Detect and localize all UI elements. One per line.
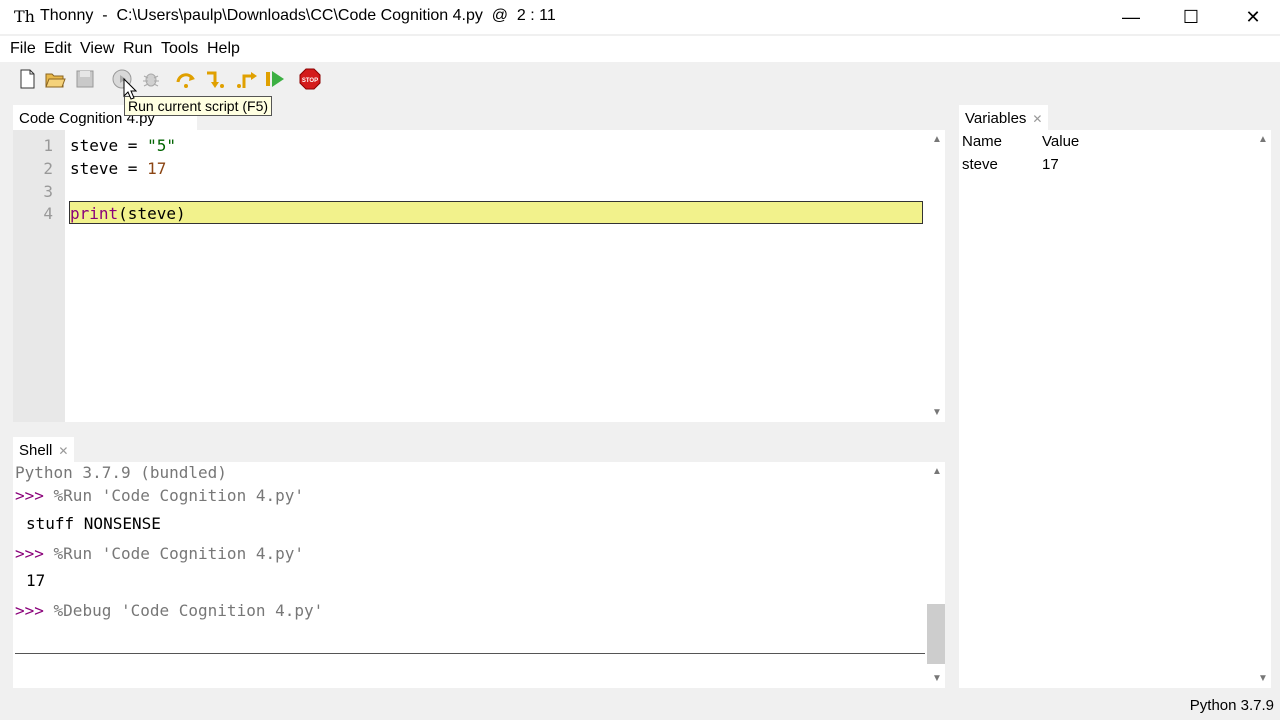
menu-bar: File Edit View Run Tools Help xyxy=(0,36,1280,62)
open-file-icon[interactable] xyxy=(44,68,66,90)
step-out-icon[interactable] xyxy=(236,68,258,90)
maximize-button[interactable]: ☐ xyxy=(1160,0,1222,34)
menu-tools[interactable]: Tools xyxy=(161,40,198,58)
close-tab-icon[interactable]: ✕ xyxy=(1032,112,1042,126)
run-tooltip: Run current script (F5) xyxy=(124,96,273,116)
scroll-up-icon[interactable]: ▲ xyxy=(1258,134,1268,145)
code-line: print(steve) xyxy=(70,204,186,223)
editor-scrollbar[interactable]: ▲ ▼ xyxy=(927,130,945,422)
menu-file[interactable]: File xyxy=(10,40,36,58)
menu-view[interactable]: View xyxy=(80,40,114,58)
scroll-down-icon[interactable]: ▼ xyxy=(932,673,942,684)
stop-icon-label: STOP xyxy=(302,78,318,84)
step-into-icon[interactable] xyxy=(204,68,226,90)
shell-command: >>> %Run 'Code Cognition 4.py' xyxy=(15,544,304,563)
line-number: 2 xyxy=(43,159,53,178)
resume-icon[interactable] xyxy=(264,68,286,90)
shell-input-divider xyxy=(15,653,925,654)
save-icon[interactable] xyxy=(74,68,96,90)
close-tab-icon[interactable]: ✕ xyxy=(58,444,68,458)
mouse-pointer-icon xyxy=(123,78,137,100)
shell-command: >>> %Debug 'Code Cognition 4.py' xyxy=(15,601,324,620)
scroll-up-icon[interactable]: ▲ xyxy=(932,466,942,477)
shell-scrollbar[interactable]: ▲ ▼ xyxy=(927,462,945,688)
tab-variables[interactable]: Variables ✕ xyxy=(959,105,1049,130)
shell-command: >>> %Run 'Code Cognition 4.py' xyxy=(15,486,304,505)
new-file-icon[interactable] xyxy=(16,68,38,90)
interpreter-status[interactable]: Python 3.7.9 xyxy=(1190,697,1274,714)
status-bar: Python 3.7.9 xyxy=(0,694,1280,720)
variables-panel: Name Value steve 17 ▲ ▼ xyxy=(959,130,1271,688)
shell-output: stuff NONSENSE xyxy=(26,514,161,533)
step-over-icon[interactable] xyxy=(175,68,197,90)
debug-icon[interactable] xyxy=(140,68,162,90)
menu-edit[interactable]: Edit xyxy=(44,40,72,58)
window-title: Thonny - C:\Users\paulp\Downloads\CC\Cod… xyxy=(40,7,556,24)
variable-value[interactable]: 17 xyxy=(1042,156,1059,173)
code-editor[interactable]: 1 2 3 4 steve = "5" steve = 17 print(ste… xyxy=(13,130,945,422)
shell-tab-label: Shell xyxy=(19,442,53,459)
close-button[interactable]: ✕ xyxy=(1222,0,1280,34)
thonny-logo-icon: Th xyxy=(14,7,35,26)
column-header-name: Name xyxy=(962,133,1003,150)
column-header-value: Value xyxy=(1042,133,1080,150)
menu-help[interactable]: Help xyxy=(207,40,240,58)
line-number: 3 xyxy=(43,182,53,201)
code-line: steve = 17 xyxy=(70,159,167,178)
variables-tab-label: Variables xyxy=(965,110,1027,127)
variables-scrollbar[interactable]: ▲ ▼ xyxy=(1253,130,1271,688)
scroll-thumb[interactable] xyxy=(927,604,945,664)
shell-banner: Python 3.7.9 (bundled) xyxy=(15,463,227,482)
scroll-down-icon[interactable]: ▼ xyxy=(932,407,942,418)
line-number: 1 xyxy=(43,136,53,155)
code-line: steve = "5" xyxy=(70,136,176,155)
scroll-down-icon[interactable]: ▼ xyxy=(1258,673,1268,684)
variable-name[interactable]: steve xyxy=(962,156,998,173)
tab-shell[interactable]: Shell ✕ xyxy=(13,437,75,462)
scroll-up-icon[interactable]: ▲ xyxy=(932,134,942,145)
stop-icon[interactable]: STOP xyxy=(299,68,321,90)
shell-console[interactable]: Python 3.7.9 (bundled) >>> %Run 'Code Co… xyxy=(13,462,945,688)
shell-output: 17 xyxy=(26,571,46,590)
minimize-button[interactable]: — xyxy=(1100,0,1162,34)
title-bar: Th Thonny - C:\Users\paulp\Downloads\CC\… xyxy=(0,0,1280,34)
line-number: 4 xyxy=(43,204,53,223)
current-line-highlight xyxy=(69,201,923,224)
menu-run[interactable]: Run xyxy=(123,40,152,58)
